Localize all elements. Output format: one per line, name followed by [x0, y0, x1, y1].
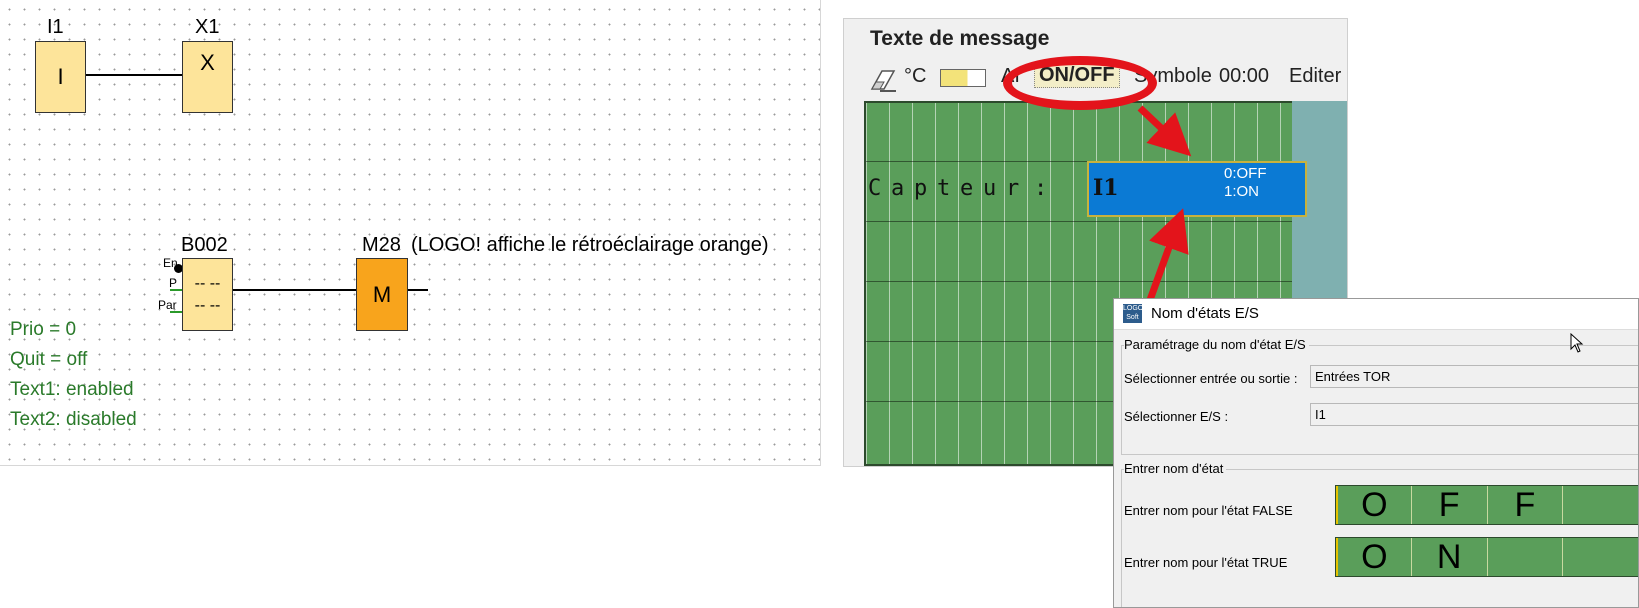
state-name-group-title: Entrer nom d'état: [1124, 461, 1227, 476]
connector-block-x1-text: X: [200, 50, 215, 75]
wire-m28-out: [408, 289, 428, 291]
pin-p-line: [170, 289, 182, 291]
message-text-block-b002[interactable]: -- -- -- --: [182, 258, 233, 331]
lcd-char: p: [914, 176, 928, 201]
lcd-char: :: [1034, 176, 1048, 201]
true-state-char: [1563, 538, 1638, 576]
insert-celsius-button[interactable]: °C: [904, 65, 926, 88]
select-io-type-label: Sélectionner entrée ou sortie :: [1124, 371, 1298, 386]
param-text1: Text1: enabled: [10, 379, 134, 400]
eraser-icon[interactable]: [868, 67, 898, 99]
flag-block-m28-text: M: [372, 281, 392, 307]
input-block-i1[interactable]: I: [35, 41, 86, 113]
b002-block-line1: -- --: [194, 274, 221, 292]
true-state-char: N: [1412, 538, 1488, 576]
i1-label: I1: [47, 16, 64, 38]
lcd-char: t: [937, 176, 951, 201]
true-state-input[interactable]: O N: [1335, 537, 1638, 577]
select-io-value: I1: [1315, 407, 1326, 422]
mouse-cursor-icon: [1570, 333, 1584, 353]
fbd-canvas[interactable]: I1 I X1 X B002 En P Par -- -- -- -- M28 …: [0, 0, 821, 466]
callout-arrows: [1137, 105, 1192, 302]
arrow-from-dialog: [1146, 208, 1189, 302]
wire-b002-m28: [233, 289, 356, 291]
false-state-char: [1563, 486, 1638, 524]
lcd-char: r: [1006, 176, 1020, 201]
message-editor-title: Texte de message: [870, 27, 1050, 50]
bar-graph-icon[interactable]: [940, 69, 986, 87]
logo-soft-icon: LOGO Soft: [1123, 304, 1144, 323]
false-state-char: F: [1488, 486, 1564, 524]
m28-note: (LOGO! affiche le rétroéclairage orange): [411, 234, 769, 256]
insert-time-button[interactable]: 00:00: [1219, 65, 1269, 88]
io-state-name-dialog: LOGO Soft Nom d'états E/S Paramétrage du …: [1113, 298, 1639, 608]
select-io-label: Sélectionner E/S :: [1124, 409, 1229, 424]
lcd-char: C: [868, 176, 882, 201]
select-io-type-value: Entrées TOR: [1315, 369, 1391, 384]
pin-par-label: Par: [158, 298, 177, 312]
lcd-char: a: [891, 176, 905, 201]
param-prio: Prio = 0: [10, 319, 77, 340]
io-state-group-title: Paramétrage du nom d'état E/S: [1124, 337, 1309, 352]
lcd-char: e: [960, 176, 974, 201]
connector-block-x1[interactable]: X: [182, 41, 233, 113]
param-quit: Quit = off: [10, 349, 88, 370]
onoff-state-off: 0:OFF: [1224, 165, 1267, 182]
true-state-char: [1488, 538, 1564, 576]
arrow-to-value-field: [1137, 105, 1192, 157]
x1-label: X1: [195, 16, 220, 38]
pin-p-label: P: [169, 276, 178, 290]
dialog-title: Nom d'états E/S: [1151, 305, 1259, 322]
m28-label: M28: [362, 234, 401, 256]
flag-block-m28[interactable]: M: [356, 258, 408, 331]
false-state-input[interactable]: O F F: [1335, 485, 1638, 525]
onoff-state-on: 1:ON: [1224, 183, 1260, 200]
io-state-group: [1121, 345, 1638, 455]
input-block-i1-text: I: [57, 64, 64, 89]
select-io-type-dropdown[interactable]: Entrées TOR: [1310, 365, 1638, 388]
select-io-dropdown[interactable]: I1: [1310, 403, 1638, 426]
false-state-label: Entrer nom pour l'état FALSE: [1124, 503, 1293, 518]
lcd-char: u: [983, 176, 997, 201]
false-state-char: F: [1412, 486, 1488, 524]
dialog-titlebar: LOGO Soft Nom d'états E/S: [1114, 299, 1638, 330]
pin-par-line: [170, 311, 182, 313]
false-state-char: O: [1336, 486, 1412, 524]
b002-label: B002: [181, 234, 228, 256]
b002-block-line2: -- --: [194, 296, 221, 314]
wire-i1-x1: [86, 74, 182, 76]
param-text2: Text2: disabled: [10, 409, 137, 430]
edit-button[interactable]: Editer: [1289, 65, 1341, 88]
true-state-label: Entrer nom pour l'état TRUE: [1124, 555, 1288, 570]
true-state-char: O: [1336, 538, 1412, 576]
